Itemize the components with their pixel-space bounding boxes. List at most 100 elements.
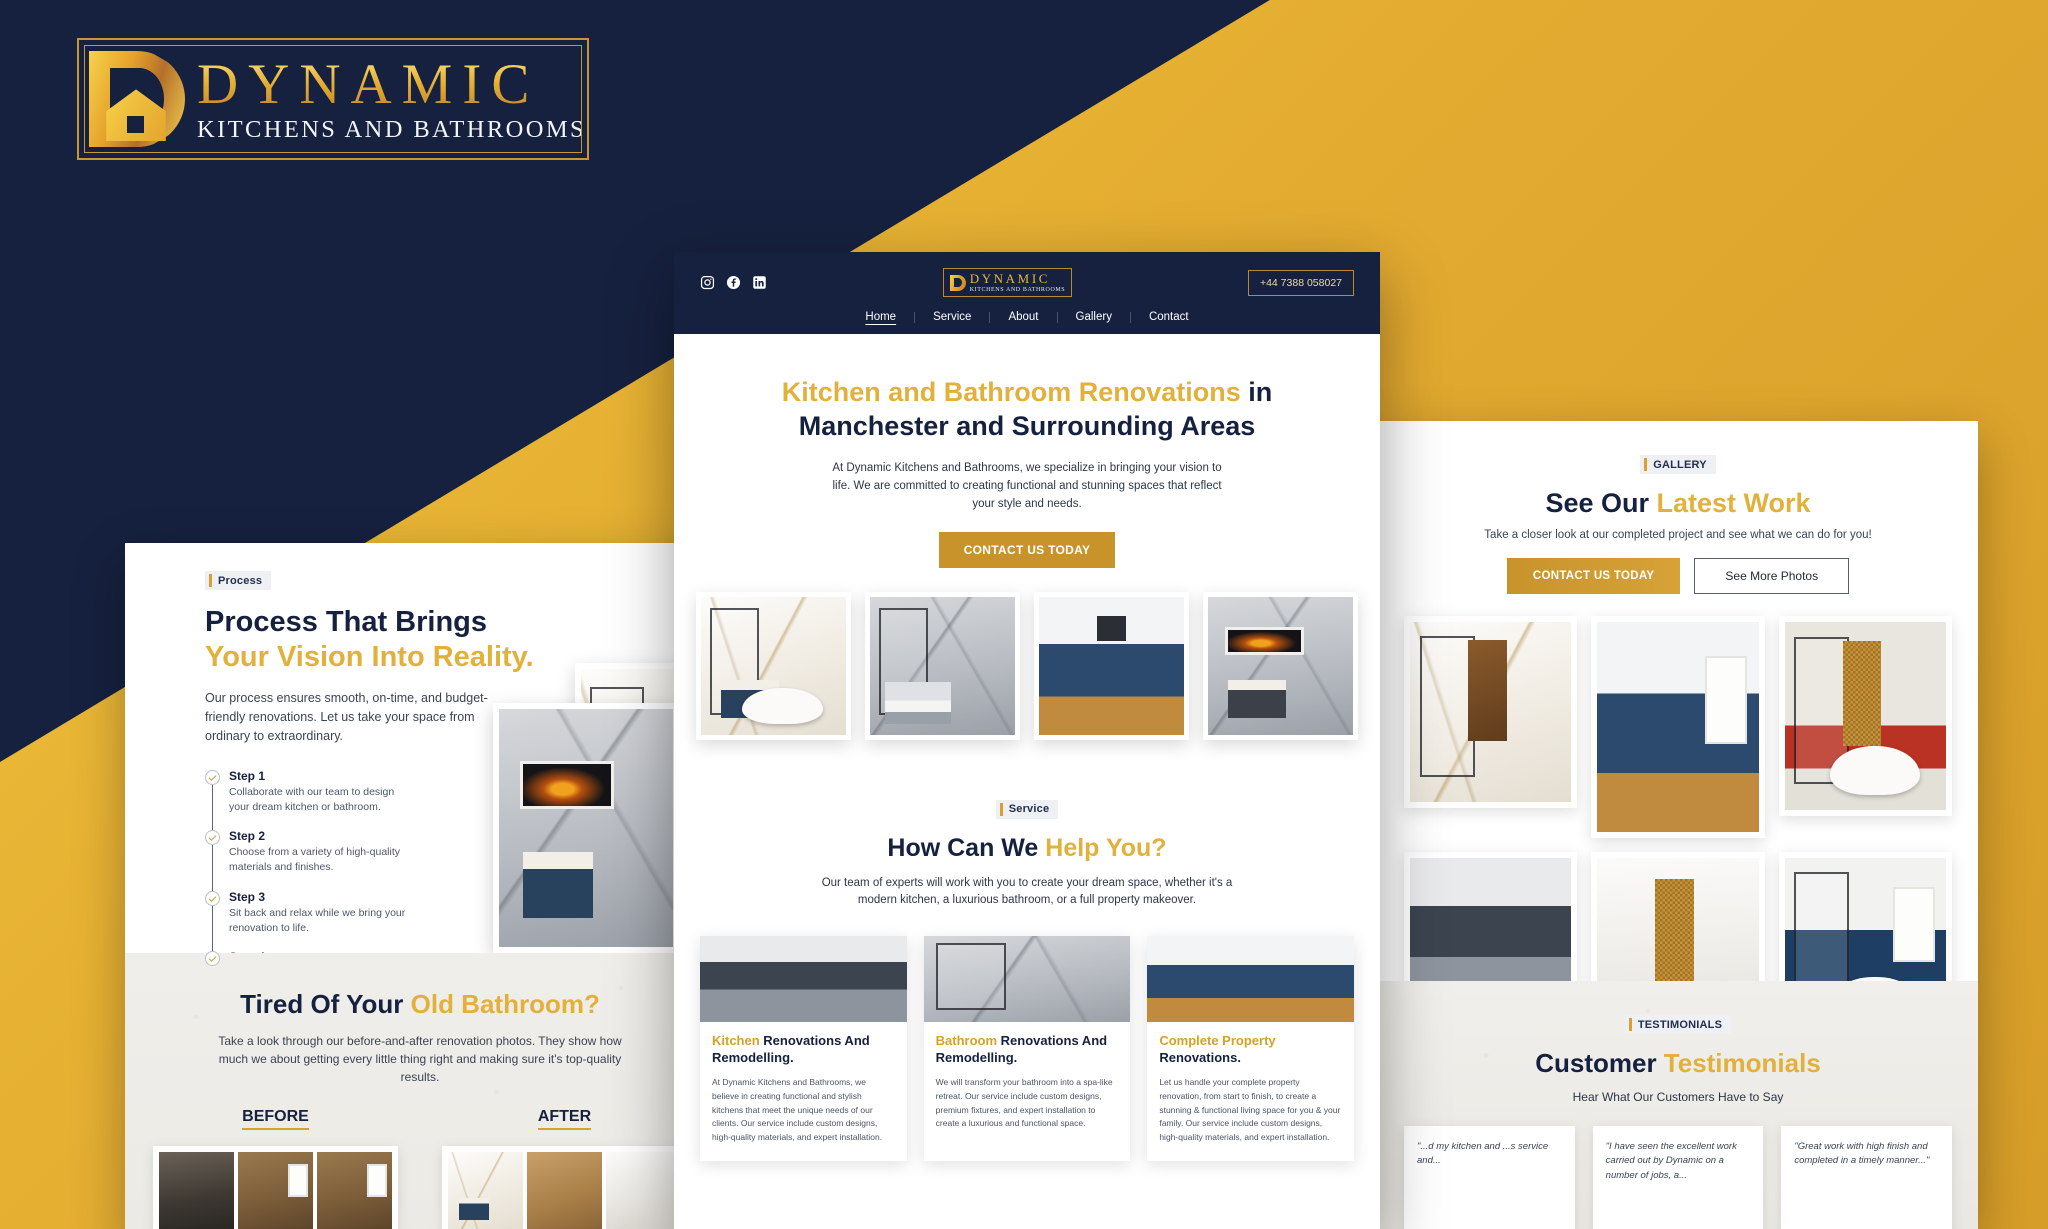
photo-bathroom-gold-mosaic-tub <box>1784 622 1946 810</box>
service-card-desc: At Dynamic Kitchens and Bathrooms, we be… <box>712 1077 883 1143</box>
mockup-panel-homepage: DYNAMIC KITCHENS AND BATHROOMS +44 7388 … <box>674 252 1380 1229</box>
step-title: Step 1 <box>229 768 266 783</box>
service-heading-gold: Help You? <box>1045 833 1167 862</box>
header-logo[interactable]: DYNAMIC KITCHENS AND BATHROOMS <box>942 268 1073 297</box>
gallery-header: GALLERY See Our Latest Work Take a close… <box>1378 421 1978 594</box>
hero-image[interactable] <box>865 591 1020 740</box>
gallery-heading-navy: See Our <box>1545 488 1657 518</box>
nav-item-service[interactable]: Service <box>915 311 989 323</box>
photo-bathroom-grey-marble-sink <box>870 596 1015 735</box>
process-photo-primary <box>493 703 679 953</box>
hero-image[interactable] <box>696 591 851 740</box>
gallery-contact-button[interactable]: CONTACT US TODAY <box>1506 558 1681 594</box>
header-top-bar: DYNAMIC KITCHENS AND BATHROOMS +44 7388 … <box>700 268 1354 297</box>
testimonials-heading-gold: Testimonials <box>1663 1048 1821 1078</box>
photo-bathroom-grey-fireplace <box>499 709 673 947</box>
photo-bathroom-wood-panel-shower <box>1410 622 1572 802</box>
service-eyebrow: Service <box>995 799 1059 819</box>
hero-heading: Kitchen and Bathroom Renovations in Manc… <box>734 376 1320 444</box>
hero-contact-button[interactable]: CONTACT US TODAY <box>938 531 1116 568</box>
service-card[interactable]: Bathroom Renovations And Remodelling. We… <box>923 936 1131 1161</box>
service-card-title: Complete Property Renovations. <box>1159 1033 1342 1067</box>
service-cards: Kitchen Renovations And Remodelling. At … <box>674 910 1380 1161</box>
after-label: AFTER <box>537 1108 592 1130</box>
brand-logo: DYNAMIC KITCHENS AND BATHROOMS <box>77 38 589 160</box>
service-card-title-gold: Complete Property <box>1159 1033 1276 1049</box>
step-desc: Collaborate with our team to design your… <box>229 785 395 813</box>
before-photo-grid <box>153 1146 398 1229</box>
service-card-thumb <box>1147 936 1354 1023</box>
linkedin-icon[interactable] <box>752 275 767 290</box>
testimonial-quote: "Great work with high finish and complet… <box>1794 1141 1930 1167</box>
step-connector <box>212 845 214 892</box>
gallery-item[interactable] <box>1404 616 1578 808</box>
step-connector <box>212 784 214 832</box>
step-connector <box>212 905 214 953</box>
service-card-thumb <box>923 936 1131 1023</box>
service-heading-navy: How Can We <box>887 833 1046 862</box>
photo-kitchen-grey-island <box>700 936 907 1023</box>
photo-bathroom-grey-fireplace-vanity <box>1208 596 1353 735</box>
nav-item-about[interactable]: About <box>990 311 1056 323</box>
gallery-see-more-button[interactable]: See More Photos <box>1694 558 1850 594</box>
service-card-title: Kitchen Renovations And Remodelling. <box>712 1033 895 1067</box>
nav-item-home[interactable]: Home <box>847 311 914 323</box>
logo-d-icon <box>949 274 966 291</box>
photo-new-wood-door <box>527 1152 602 1229</box>
testimonial-card: "Great work with high finish and complet… <box>1781 1126 1953 1229</box>
before-after-columns: BEFORE AFTER <box>125 1108 715 1229</box>
testimonials-header: TESTIMONIALS Customer Testimonials Hear … <box>1378 1015 1978 1104</box>
photo-property-blue-kitchen-wood-floor <box>1147 936 1354 1023</box>
service-card[interactable]: Kitchen Renovations And Remodelling. At … <box>700 936 907 1161</box>
phone-button[interactable]: +44 7388 058027 <box>1247 269 1354 296</box>
hero-image[interactable] <box>1034 591 1189 740</box>
nav-item-gallery[interactable]: Gallery <box>1058 311 1130 323</box>
testimonials-heading-navy: Customer <box>1535 1048 1664 1078</box>
hero-heading-navy: in <box>1240 377 1273 407</box>
testimonial-card: "I have seen the excellent work carried … <box>1592 1126 1764 1229</box>
photo-old-dark-bathroom <box>159 1152 234 1229</box>
service-card[interactable]: Complete Property Renovations. Let us ha… <box>1147 936 1354 1161</box>
photo-new-marble-bathroom <box>448 1152 523 1229</box>
logo-d-house-icon <box>89 51 185 147</box>
service-card-title: Bathroom Renovations And Remodelling. <box>936 1033 1119 1067</box>
service-card-desc: We will transform your bathroom into a s… <box>935 1077 1113 1129</box>
brand-logo-inner: DYNAMIC KITCHENS AND BATHROOMS <box>84 45 582 153</box>
step-title: Step 2 <box>229 829 266 844</box>
service-card-title-gold: Bathroom <box>935 1033 998 1049</box>
main-nav: Home Service About Gallery Contact <box>700 297 1354 334</box>
gallery-heading: See Our Latest Work <box>1378 488 1978 519</box>
gallery-item[interactable] <box>1591 616 1765 838</box>
mockup-panel-gallery: GALLERY See Our Latest Work Take a close… <box>1378 421 1978 1229</box>
after-column: AFTER <box>442 1108 687 1229</box>
hero-image[interactable] <box>1203 591 1358 740</box>
hero-section: Kitchen and Bathroom Renovations in Manc… <box>674 334 1380 568</box>
instagram-icon[interactable] <box>700 275 715 290</box>
check-circle-icon <box>205 830 220 846</box>
testimonials-heading: Customer Testimonials <box>1378 1048 1978 1079</box>
social-links <box>700 275 767 290</box>
photo-kitchen-blue-tall-units <box>1597 622 1759 832</box>
mockup-panel-process: Process Process That Brings Your Vision … <box>125 543 715 1229</box>
photo-bathroom-marble-blue-vanity <box>701 596 846 735</box>
gallery-item[interactable] <box>1778 616 1952 816</box>
service-card-title-rest: Renovations. <box>1159 1050 1241 1066</box>
facebook-icon[interactable] <box>726 275 741 290</box>
service-heading: How Can We Help You? <box>674 834 1380 863</box>
before-after-heading-gold: Old Bathroom? <box>410 989 600 1019</box>
before-after-heading: Tired Of Your Old Bathroom? <box>125 989 715 1020</box>
service-paragraph: Our team of experts will work with you t… <box>821 876 1233 907</box>
photo-stripped-brick-window <box>238 1152 313 1229</box>
process-heading-line1: Process That Brings <box>205 606 488 638</box>
before-after-heading-navy: Tired Of Your <box>240 989 411 1019</box>
site-header: DYNAMIC KITCHENS AND BATHROOMS +44 7388 … <box>674 252 1380 334</box>
nav-item-contact[interactable]: Contact <box>1131 311 1207 323</box>
testimonials-eyebrow: TESTIMONIALS <box>1624 1015 1732 1034</box>
brand-name: DYNAMIC <box>197 56 581 113</box>
before-label: BEFORE <box>242 1108 309 1130</box>
gallery-heading-gold: Latest Work <box>1656 488 1811 518</box>
testimonials-cards: "...d my kitchen and ...s service and...… <box>1378 1126 1978 1229</box>
service-card-desc: Let us handle your complete property ren… <box>1159 1077 1341 1143</box>
gallery-eyebrow: GALLERY <box>1640 455 1716 474</box>
hero-heading-line2: Manchester and Surrounding Areas <box>798 410 1256 441</box>
